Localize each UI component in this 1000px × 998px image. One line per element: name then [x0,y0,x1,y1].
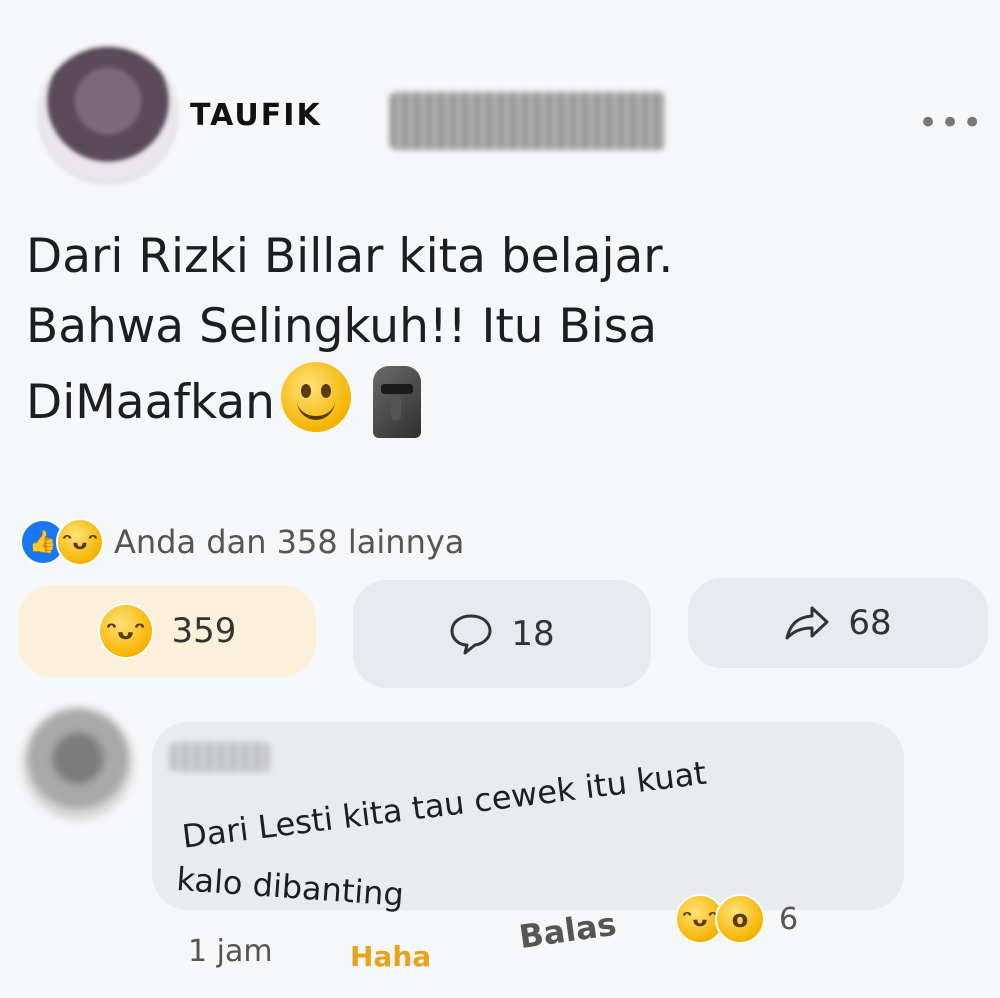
comment-haha-action[interactable]: Haha [350,940,431,973]
comment-icon [450,614,492,655]
more-options-icon[interactable]: ••• [918,106,984,140]
author-name[interactable]: TAUFIK [190,98,322,133]
reaction-summary-row[interactable]: 👍 ᵔᴗᵔ Anda dan 358 lainnya [20,518,464,566]
moai-emoji-icon [372,366,421,438]
comment-button[interactable]: 18 [353,580,651,688]
comment-time: 1 jam [188,934,273,969]
comment-reply-action[interactable]: Balas [517,905,619,956]
comment-wow-icon: o [715,894,765,944]
share-button[interactable]: 68 [688,578,988,668]
comment-reaction-count: 6 [779,901,799,937]
comment-reactions[interactable]: ᵔᴗᵔ o 6 [675,894,798,944]
commenter-avatar[interactable] [22,708,134,820]
haha-count: 359 [171,611,237,651]
post-text-line-3: DiMaafkan [26,362,976,438]
author-name-redacted [390,92,665,150]
comment-count: 18 [511,614,555,654]
smiling-face-emoji-icon [280,362,351,432]
post-text-line-1: Dari Rizki Billar kita belajar. [26,229,674,284]
reaction-summary-text: Anda dan 358 lainnya [114,523,465,561]
haha-react-button[interactable]: ᵔᴗᵔ 359 [18,585,316,677]
haha-icon: ᵔᴗᵔ [97,603,154,659]
post-text-line-2: Bahwa Selingkuh!! Itu Bisa [26,299,658,354]
post-text-line-3-text: DiMaafkan [26,375,275,430]
haha-reaction-icon: ᵔᴗᵔ [56,518,104,566]
post-text: Dari Rizki Billar kita belajar. Bahwa Se… [26,222,976,438]
commenter-name-redacted[interactable] [170,742,270,772]
share-arrow-icon [785,606,829,640]
author-avatar[interactable] [38,45,178,185]
share-count: 68 [848,603,892,643]
